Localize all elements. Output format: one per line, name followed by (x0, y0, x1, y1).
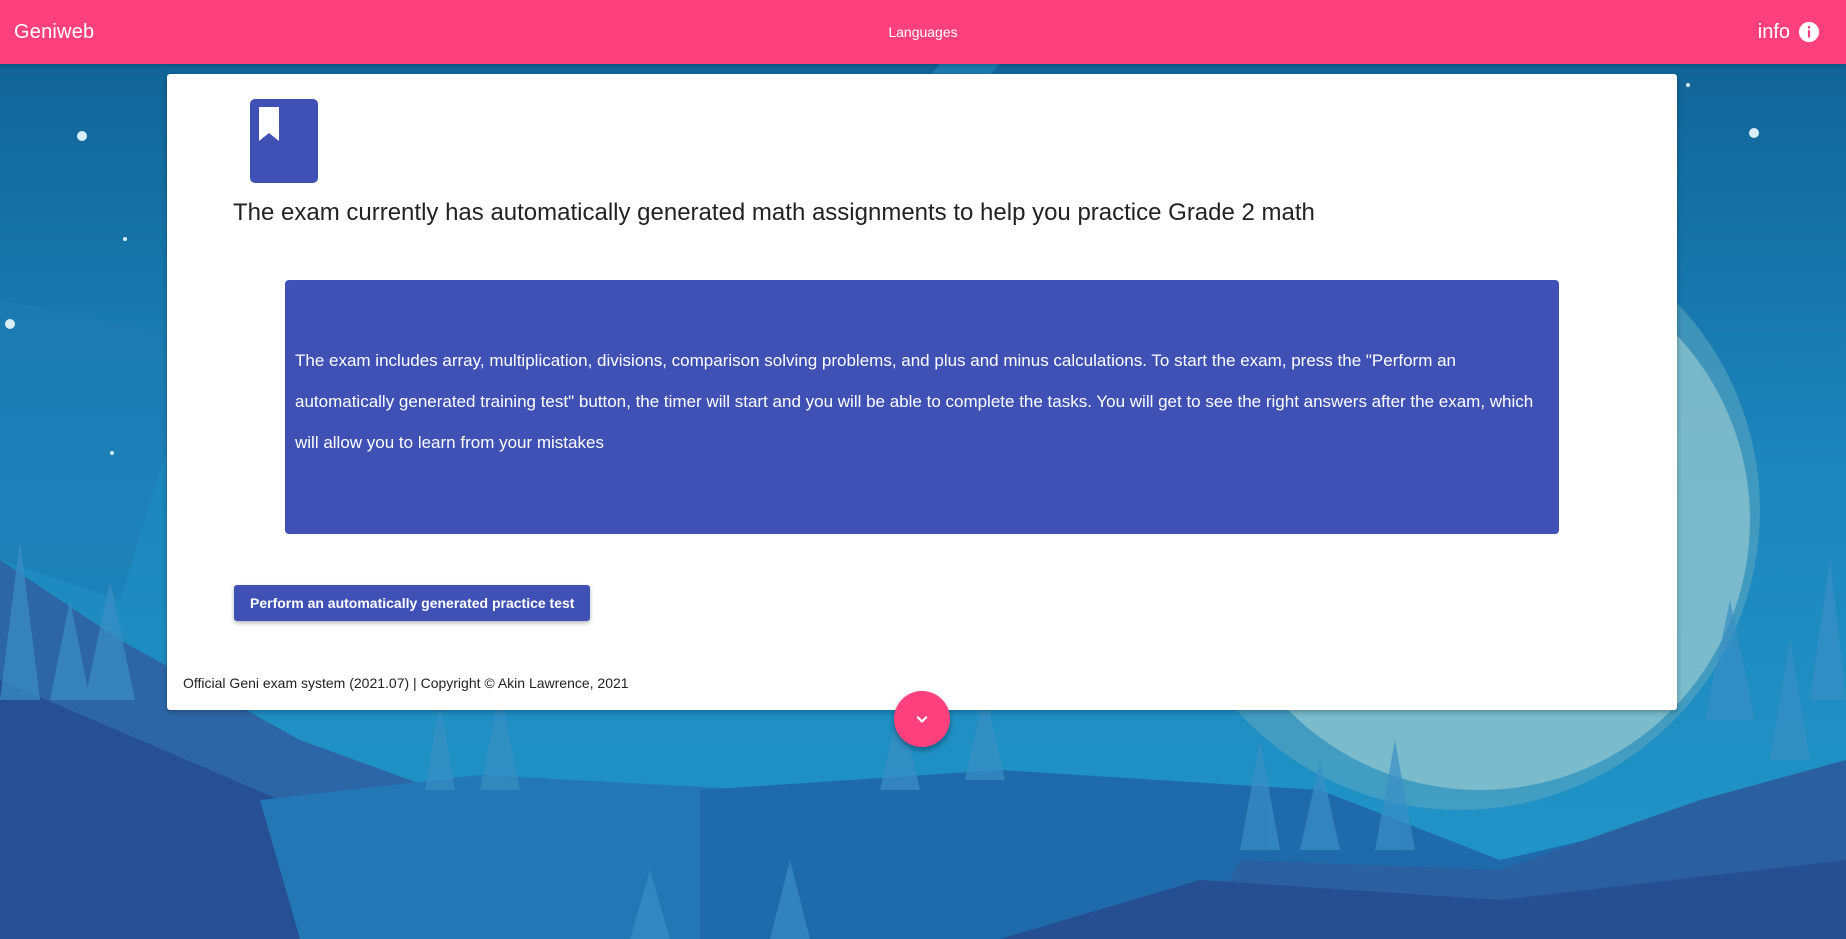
info-label: info (1757, 21, 1790, 43)
exam-description-box: The exam includes array, multiplication,… (285, 280, 1559, 534)
languages-menu[interactable]: Languages (888, 24, 957, 40)
info-circle-icon (1798, 21, 1820, 43)
exam-description-text: The exam includes array, multiplication,… (295, 351, 1534, 452)
exam-info-card: The exam currently has automatically gen… (167, 74, 1677, 710)
app-bar: Geniweb Languages info (0, 0, 1846, 64)
chevron-down-icon (916, 716, 928, 723)
info-button[interactable]: info (1758, 19, 1820, 45)
page-headline: The exam currently has automatically gen… (233, 199, 1315, 226)
scroll-down-fab[interactable] (894, 691, 950, 747)
book-bookmark-icon (250, 99, 318, 183)
brand-title[interactable]: Geniweb (14, 20, 94, 44)
start-practice-test-button[interactable]: Perform an automatically generated pract… (234, 585, 591, 621)
copyright-footer: Official Geni exam system (2021.07) | Co… (183, 675, 629, 691)
languages-menu-wrapper: Languages (0, 23, 1846, 41)
